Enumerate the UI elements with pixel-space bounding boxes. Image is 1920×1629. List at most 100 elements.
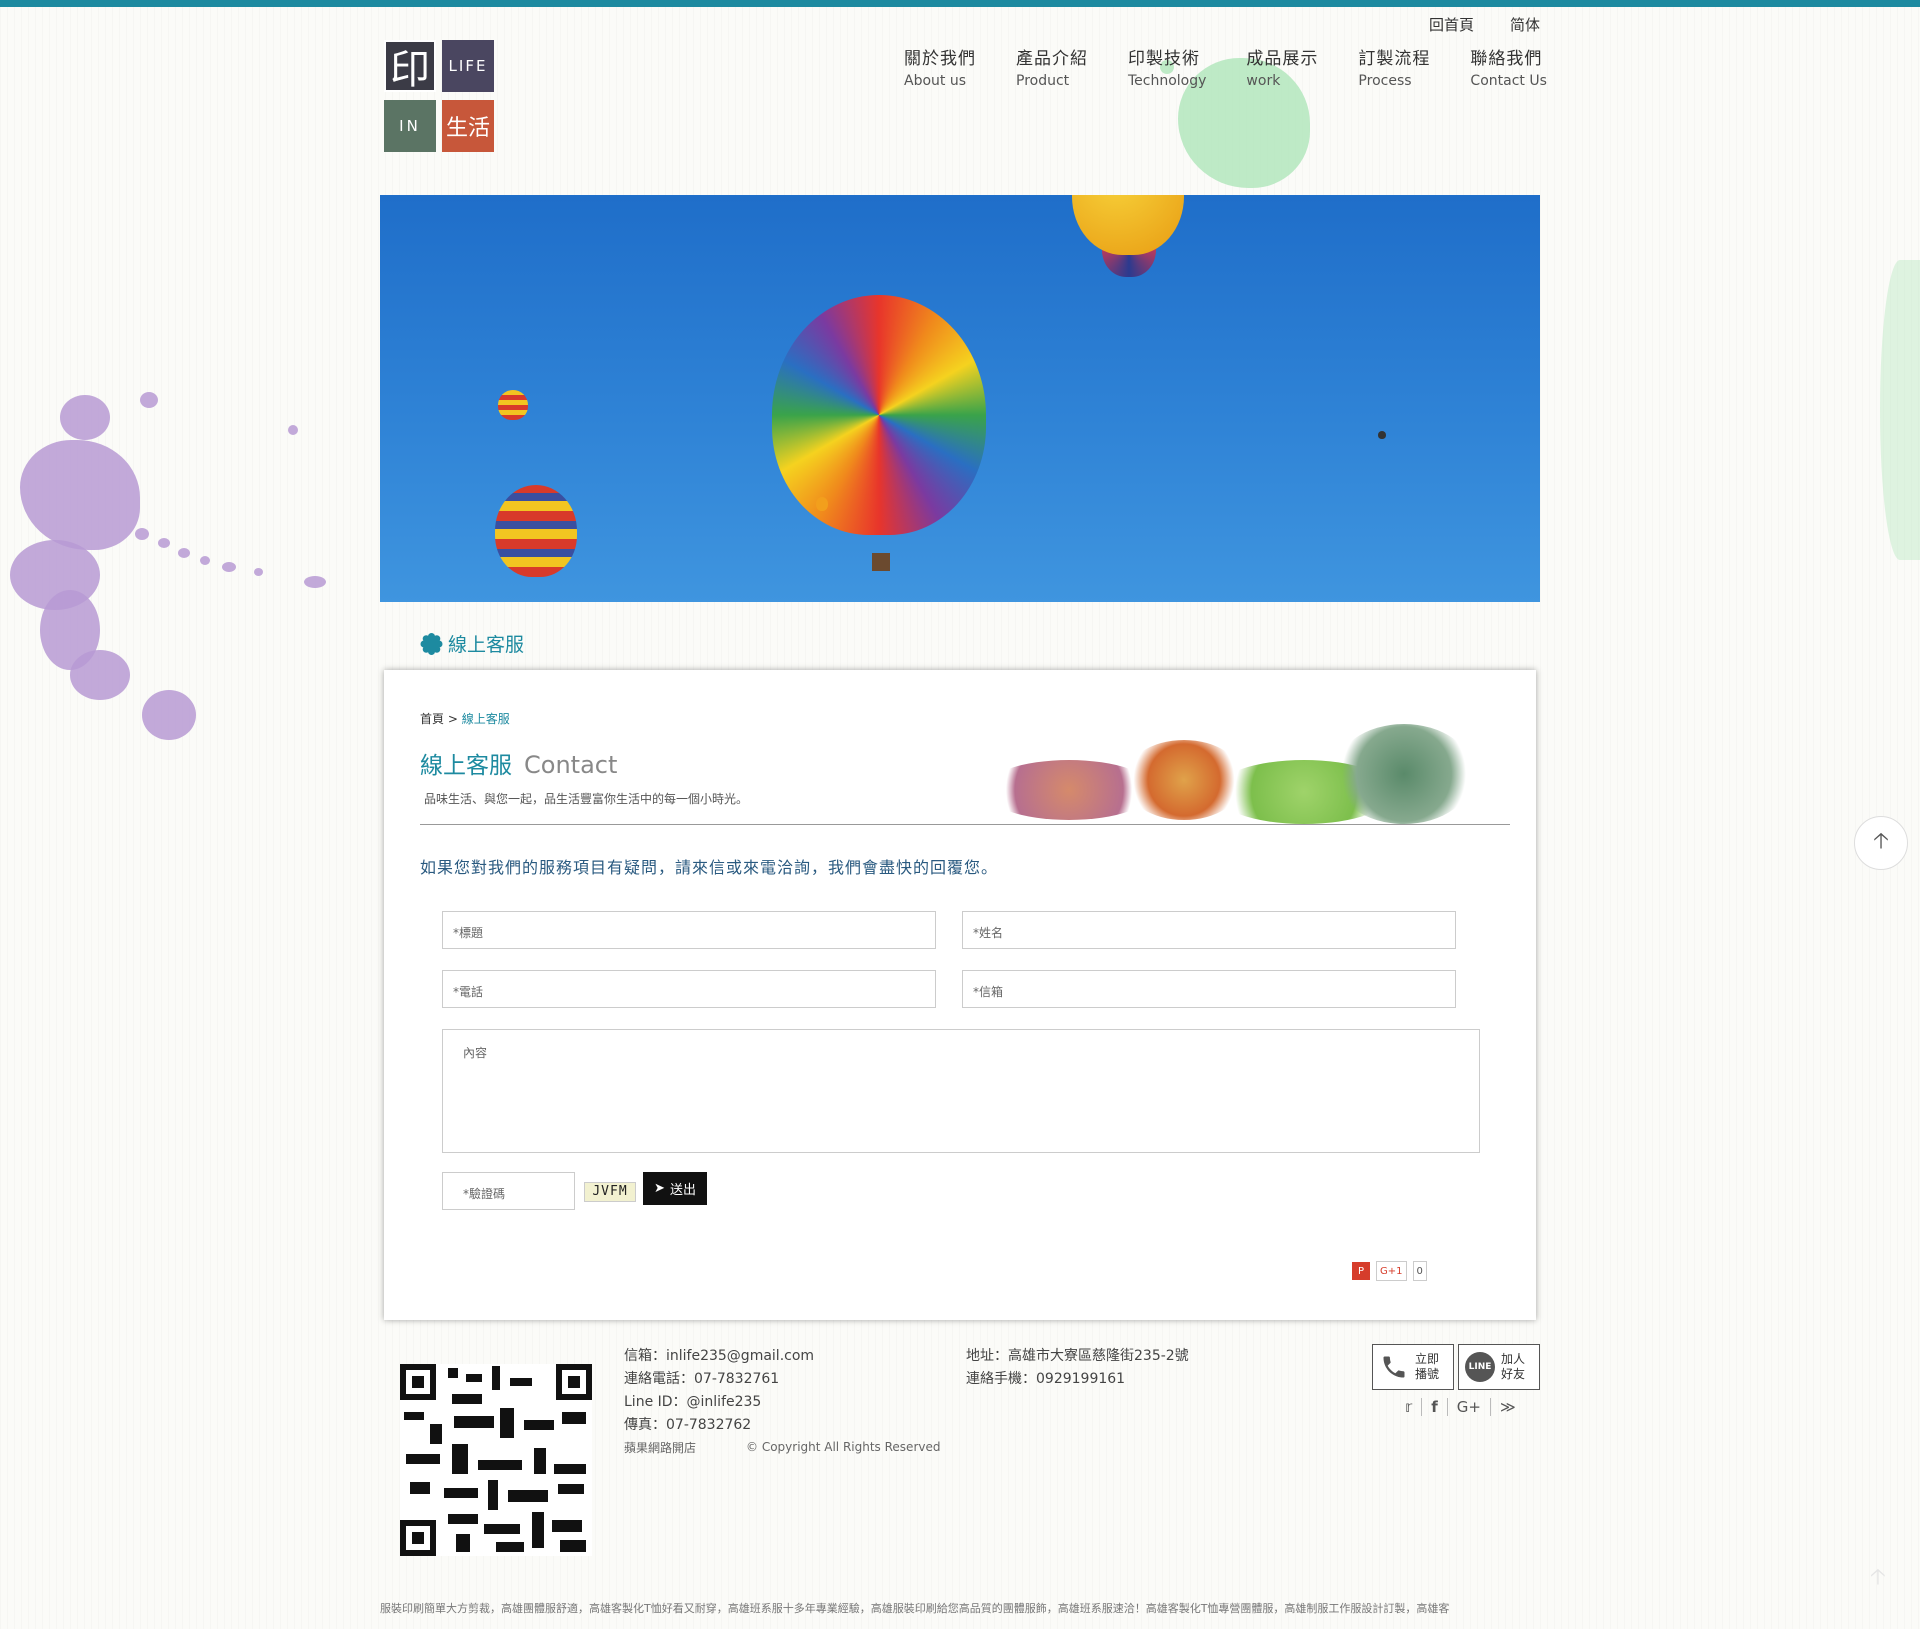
nav-label-zh: 印製技術 (1128, 49, 1200, 69)
top-accent-bar (0, 0, 1920, 7)
top-links: 回首頁 简体 (1429, 14, 1540, 35)
contact-description: 如果您對我們的服務項目有疑問，請來信或來電洽詢，我們會盡快的回覆您。 (420, 858, 999, 877)
balloon-basket (872, 553, 890, 571)
nav-item-technology[interactable]: 印製技術 Technology (1128, 44, 1206, 89)
title-divider (420, 824, 1510, 825)
green-splash-decoration (1880, 260, 1920, 560)
nav-item-product[interactable]: 產品介紹 Product (1016, 44, 1088, 89)
scroll-to-top-button[interactable]: 🡡 (1854, 816, 1908, 870)
section-title: 線上客服 (420, 630, 524, 657)
nav-label-en: About us (904, 73, 967, 89)
nav-label-en: Contact Us (1470, 73, 1547, 89)
line-label-line2: 好友 (1501, 1367, 1526, 1381)
footer-line-id: Line ID：@inlife235 (624, 1394, 762, 1410)
line-icon: LINE (1465, 1352, 1495, 1382)
nav-label-zh: 關於我們 (904, 49, 976, 69)
purple-splash-decoration (70, 650, 130, 700)
footer-fax: 傳真：07-7832762 (624, 1417, 752, 1433)
section-title-text: 線上客服 (448, 634, 525, 656)
call-label-line1: 立即 (1415, 1352, 1440, 1366)
purple-splash-decoration (60, 395, 110, 440)
site-logo[interactable]: 印 LIFE IN 生活 (384, 40, 498, 152)
purple-splash-decoration (304, 576, 326, 588)
gplus-share-button[interactable]: G+1 (1376, 1261, 1407, 1281)
purple-splash-decoration (158, 538, 170, 548)
page-title-zh: 線上客服 (420, 753, 512, 779)
submit-button[interactable]: ➤ 送出 (643, 1172, 707, 1205)
gplus-count: 0 (1412, 1261, 1427, 1281)
purple-splash-decoration (140, 392, 158, 408)
purple-splash-decoration (142, 690, 196, 740)
seo-footer-text: 服裝印刷簡單大方剪裁，高雄團體服舒適，高雄客製化T恤好看又耐穿，高雄班系服十多年… (380, 1602, 1450, 1615)
rss-icon[interactable]: ≫ (1491, 1398, 1525, 1416)
purple-splash-decoration (254, 568, 263, 576)
add-line-friend-button[interactable]: LINE 加人 好友 (1458, 1344, 1540, 1390)
paper-plane-icon: ➤ (654, 1181, 665, 1196)
name-input[interactable]: *姓名 (962, 911, 1456, 949)
footer-address-info: 地址：高雄市大寮區慈隆街235-2號 連絡手機：0929199161 (966, 1345, 1189, 1391)
purple-splash-decoration (135, 528, 149, 540)
hot-air-balloon (1378, 431, 1386, 439)
nav-label-en: Product (1016, 73, 1070, 89)
nav-label-zh: 訂製流程 (1358, 49, 1431, 69)
logo-tile-life: LIFE (442, 40, 494, 92)
content-textarea[interactable]: 內容 (442, 1029, 1480, 1153)
hot-air-balloon (495, 485, 577, 577)
phone-input[interactable]: *電話 (442, 970, 936, 1008)
hot-air-balloon (498, 390, 528, 420)
nav-label-zh: 聯絡我們 (1470, 49, 1543, 69)
nav-item-contact[interactable]: 聯絡我們 Contact Us (1470, 44, 1546, 89)
footer-tel: 連絡電話：07-7832761 (624, 1371, 780, 1387)
arrow-up-icon: 🡡 (1873, 829, 1889, 854)
call-now-label: 立即 播號 (1415, 1352, 1439, 1382)
breadcrumb-current[interactable]: 線上客服 (462, 712, 510, 726)
subject-input[interactable]: *標題 (442, 911, 936, 949)
footer-mobile: 連絡手機：0929199161 (966, 1371, 1126, 1387)
logo-tile-yin: 印 (384, 40, 436, 93)
purple-splash-decoration (222, 562, 236, 572)
page-title: 線上客服 Contact (420, 746, 617, 780)
submit-label: 送出 (669, 1183, 696, 1198)
page-title-en: Contact (524, 751, 618, 779)
hero-banner-image (380, 195, 1540, 602)
captcha-image[interactable]: JVFM (584, 1182, 636, 1202)
home-link[interactable]: 回首頁 (1429, 14, 1474, 35)
page-subtitle: 品味生活、與您一起，品生活豐富你生活中的每一個小時光。 (424, 792, 749, 806)
share-buttons: P G+1 0 (1352, 1261, 1427, 1281)
twitter-icon[interactable]: 𝕣 (1396, 1398, 1423, 1416)
logo-tile-shenghuo: 生活 (442, 100, 494, 152)
social-links: 𝕣 f G+ ≫ (1396, 1398, 1525, 1416)
qr-code (400, 1364, 592, 1556)
nav-label-zh: 產品介紹 (1016, 49, 1088, 69)
arrow-up-icon: 🡡 (1870, 1565, 1886, 1590)
nav-label-en: Technology (1128, 73, 1207, 89)
call-now-button[interactable]: 立即 播號 (1372, 1344, 1454, 1390)
nav-item-work[interactable]: 成品展示 work (1246, 44, 1318, 89)
purple-splash-decoration (288, 425, 298, 435)
purple-splash-decoration (20, 440, 140, 550)
footer-copyright: © Copyright All Rights Reserved (746, 1440, 941, 1454)
nav-label-zh: 成品展示 (1246, 49, 1319, 69)
nav-label-en: Process (1358, 73, 1412, 89)
hot-air-balloon (816, 497, 828, 511)
add-friend-label: 加人 好友 (1501, 1352, 1525, 1382)
nav-item-about[interactable]: 關於我們 About us (904, 44, 976, 89)
phone-icon (1379, 1352, 1409, 1382)
flower-icon (420, 632, 443, 655)
facebook-icon[interactable]: f (1422, 1398, 1448, 1416)
nav-item-process[interactable]: 訂製流程 Process (1358, 44, 1430, 89)
email-input[interactable]: *信箱 (962, 970, 1456, 1008)
breadcrumb-home[interactable]: 首頁 (420, 712, 444, 726)
nav-label-en: work (1246, 73, 1281, 89)
purple-splash-decoration (178, 548, 190, 558)
flowers-header-image (974, 720, 1474, 824)
plurk-share-icon[interactable]: P (1352, 1262, 1370, 1280)
google-plus-icon[interactable]: G+ (1448, 1398, 1491, 1416)
footer-address: 地址：高雄市大寮區慈隆街235-2號 (966, 1348, 1189, 1364)
logo-tile-in: IN (384, 100, 436, 152)
captcha-input[interactable]: *驗證碼 (442, 1172, 575, 1210)
contact-card: 首頁 > 線上客服 線上客服 Contact 品味生活、與您一起，品生活豐富你生活… (384, 670, 1536, 1320)
footer-email[interactable]: 信箱：inlife235@gmail.com (624, 1345, 814, 1368)
simplified-chinese-link[interactable]: 简体 (1510, 14, 1540, 35)
breadcrumb-separator: > (447, 712, 458, 726)
